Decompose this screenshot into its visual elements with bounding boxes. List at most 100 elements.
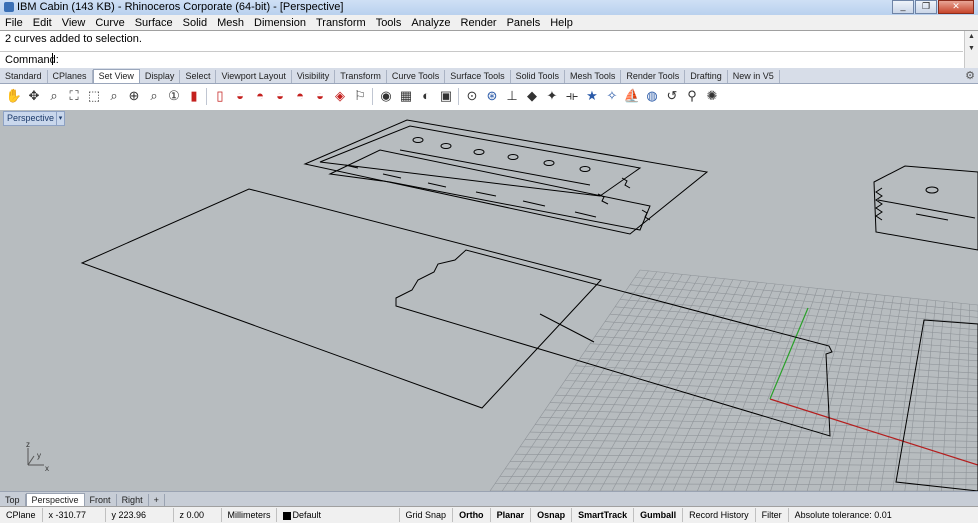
panel-strip <box>328 149 651 231</box>
zoom-selected-icon[interactable]: ⌕ <box>105 87 123 105</box>
rotate-view-icon[interactable]: ✥ <box>25 87 43 105</box>
status-toggle-smarttrack[interactable]: SmartTrack <box>572 508 635 522</box>
toolbar-separator <box>206 88 207 105</box>
menu-solid[interactable]: Solid <box>178 17 212 29</box>
camera-icon[interactable]: ◉ <box>377 87 395 105</box>
viewport-title[interactable]: Perspective <box>3 111 59 126</box>
car-rear-icon[interactable]: ◒ <box>271 87 289 105</box>
background-bitmap-icon[interactable]: ▦ <box>397 87 415 105</box>
zoom-icon[interactable]: ⌕ <box>45 87 63 105</box>
perspective-viewport[interactable]: x y z Perspective ▾ <box>0 110 978 491</box>
sun-icon[interactable]: ✺ <box>703 87 721 105</box>
toolbar-tab-standard[interactable]: Standard <box>0 70 48 83</box>
car-bottom-icon[interactable]: ◒ <box>311 87 329 105</box>
status-toggle-osnap[interactable]: Osnap <box>531 508 573 522</box>
status-layer-label: Default <box>292 510 322 520</box>
toolbar-tab-drafting[interactable]: Drafting <box>685 70 728 83</box>
car-side-icon[interactable]: ◓ <box>251 87 269 105</box>
status-cplane[interactable]: CPlane <box>0 508 43 522</box>
car-top-icon[interactable]: ◓ <box>291 87 309 105</box>
toolbar-tab-cplanes[interactable]: CPlanes <box>48 70 93 83</box>
toolbar-tab-select[interactable]: Select <box>180 70 217 83</box>
menu-tools[interactable]: Tools <box>371 17 407 29</box>
window-controls: _ ❐ ✕ <box>892 0 974 14</box>
toolbar-separator <box>458 88 459 105</box>
toolbar-tab-curve-tools[interactable]: Curve Tools <box>387 70 446 83</box>
axis-label-z: z <box>26 440 30 449</box>
clipping-plane-icon[interactable]: ⊥ <box>503 87 521 105</box>
toolbar-tab-render-tools[interactable]: Render Tools <box>621 70 686 83</box>
command-scrollbar[interactable]: ▲ ▼ <box>964 31 978 68</box>
restore-button[interactable]: ❐ <box>915 0 937 14</box>
zoom-1to1-icon[interactable]: ① <box>165 87 183 105</box>
cplane-axes <box>769 307 978 466</box>
minimize-button[interactable]: _ <box>892 0 914 14</box>
menu-help[interactable]: Help <box>545 17 578 29</box>
command-input[interactable] <box>52 53 953 65</box>
zoom-lens-icon[interactable]: ⌕ <box>145 87 163 105</box>
boat-icon[interactable]: ⛵ <box>623 87 641 105</box>
toolbar-tab-mesh-tools[interactable]: Mesh Tools <box>565 70 622 83</box>
viewport-canvas[interactable]: x y z <box>0 110 978 491</box>
chevron-down-icon[interactable]: ▾ <box>56 111 65 126</box>
status-toggle-ortho[interactable]: Ortho <box>453 508 491 522</box>
target-cplane-icon[interactable]: ⊛ <box>483 87 501 105</box>
menu-transform[interactable]: Transform <box>311 17 371 29</box>
zoom-extents-icon[interactable]: ⛶ <box>65 87 83 105</box>
zoom-window-icon[interactable]: ⬚ <box>85 87 103 105</box>
named-views-icon[interactable]: ▮ <box>185 87 203 105</box>
toolbar-tab-set-view[interactable]: Set View <box>92 69 140 83</box>
menu-mesh[interactable]: Mesh <box>212 17 249 29</box>
rhino-app-icon[interactable] <box>4 2 14 12</box>
status-units[interactable]: Millimeters <box>222 508 277 522</box>
disk-icon[interactable]: ◍ <box>643 87 661 105</box>
camera-set-icon[interactable]: ⚐ <box>351 87 369 105</box>
menu-edit[interactable]: Edit <box>28 17 57 29</box>
toolbar-tab-viewport-layout[interactable]: Viewport Layout <box>216 70 292 83</box>
toolbar-tab-transform[interactable]: Transform <box>335 70 387 83</box>
toolbar-tab-display[interactable]: Display <box>140 70 181 83</box>
view-to-plane-icon[interactable]: ◐ <box>417 87 435 105</box>
status-toggle-filter[interactable]: Filter <box>756 508 789 522</box>
toolbar-tab-surface-tools[interactable]: Surface Tools <box>445 70 511 83</box>
toolbar-tab-visibility[interactable]: Visibility <box>292 70 336 83</box>
target-icon[interactable]: ⊙ <box>463 87 481 105</box>
scroll-down-icon[interactable]: ▼ <box>965 43 978 55</box>
close-button[interactable]: ✕ <box>938 0 974 14</box>
car-perspective-icon[interactable]: ◈ <box>331 87 349 105</box>
zoom-target-icon[interactable]: ⊕ <box>125 87 143 105</box>
toolbar-tab-solid-tools[interactable]: Solid Tools <box>511 70 565 83</box>
car-front-icon[interactable]: ◒ <box>231 87 249 105</box>
gear-icon[interactable]: ⚙ <box>965 69 975 82</box>
pop-view-icon[interactable]: ▣ <box>437 87 455 105</box>
status-layer[interactable]: Default <box>277 508 400 522</box>
menu-analyze[interactable]: Analyze <box>406 17 455 29</box>
status-toggle-grid-snap[interactable]: Grid Snap <box>400 508 454 522</box>
menu-dimension[interactable]: Dimension <box>249 17 311 29</box>
box-view-icon[interactable]: ◆ <box>523 87 541 105</box>
menu-file[interactable]: File <box>0 17 28 29</box>
plane-view-icon[interactable]: ⟛ <box>563 87 581 105</box>
menu-curve[interactable]: Curve <box>90 17 129 29</box>
status-x-coord: x -310.77 <box>43 508 106 522</box>
capsule-view-icon[interactable]: ▯ <box>211 87 229 105</box>
menu-surface[interactable]: Surface <box>130 17 178 29</box>
panel-tabs <box>597 177 651 221</box>
walk-icon[interactable]: ⚲ <box>683 87 701 105</box>
viewport-tab-perspective[interactable]: Perspective <box>25 493 85 507</box>
menu-panels[interactable]: Panels <box>502 17 546 29</box>
right-panel-top <box>873 165 978 251</box>
status-toggle-planar[interactable]: Planar <box>491 508 532 522</box>
scroll-up-icon[interactable]: ▲ <box>965 31 978 43</box>
toolbar-tab-new-in-v5[interactable]: New in V5 <box>728 70 780 83</box>
undo-view-icon[interactable]: ↺ <box>663 87 681 105</box>
status-toggle-gumball[interactable]: Gumball <box>634 508 684 522</box>
menu-render[interactable]: Render <box>456 17 502 29</box>
pan-hand-icon[interactable]: ✋ <box>5 87 23 105</box>
star-icon[interactable]: ★ <box>583 87 601 105</box>
status-toggle-record-history[interactable]: Record History <box>683 508 756 522</box>
menu-view[interactable]: View <box>57 17 91 29</box>
walkabout-icon[interactable]: ✦ <box>543 87 561 105</box>
status-y-coord: y 223.96 <box>106 508 174 522</box>
star-light-icon[interactable]: ✧ <box>603 87 621 105</box>
